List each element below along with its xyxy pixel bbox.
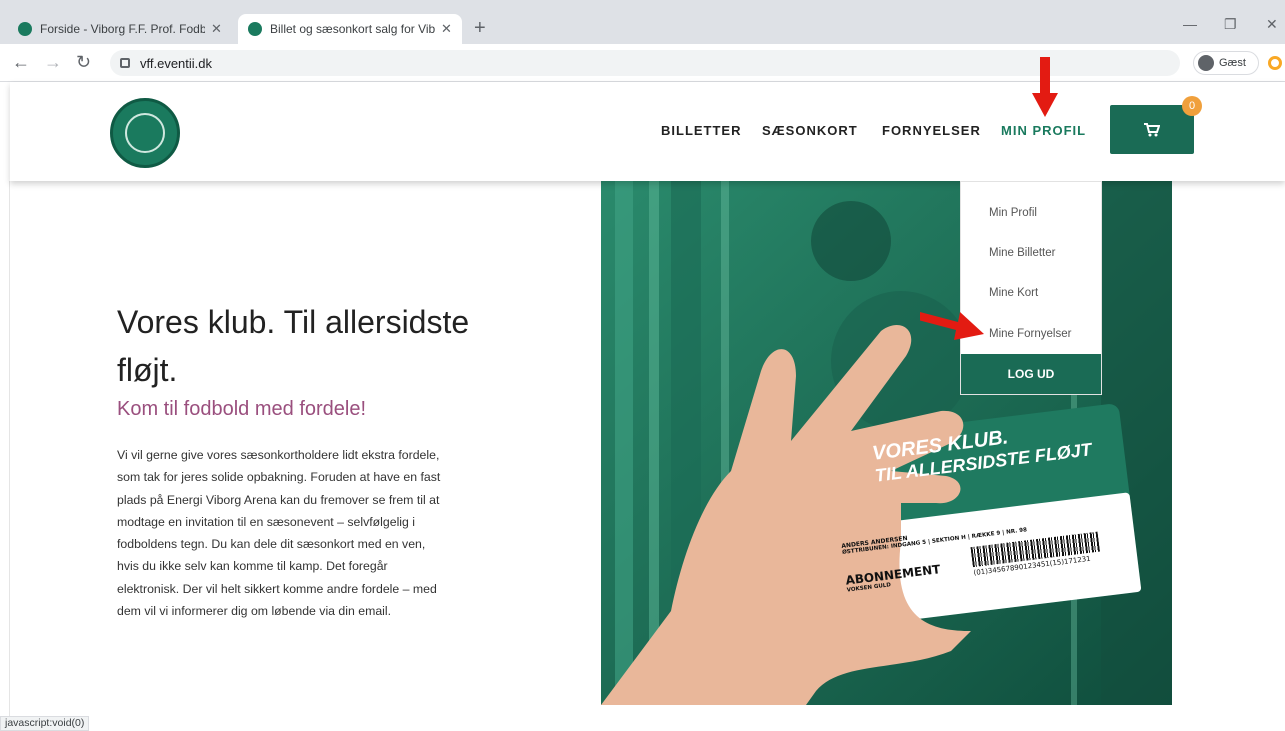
cart-button[interactable] <box>1110 105 1194 154</box>
browser-tab[interactable]: Forside - Viborg F.F. Prof. Fodbold ✕ <box>8 14 232 44</box>
vff-logo[interactable] <box>110 98 180 168</box>
avatar-icon <box>1198 55 1214 71</box>
new-tab-icon[interactable]: + <box>474 18 486 38</box>
menu-item-min-profil[interactable]: Min Profil <box>989 207 1037 219</box>
status-bar-url: javascript:void(0) <box>0 716 90 731</box>
vff-favicon-icon <box>248 22 262 36</box>
menu-item-mine-fornyelser[interactable]: Mine Fornyelser <box>989 328 1071 340</box>
browser-tab-active[interactable]: Billet og sæsonkort salg for Viborg F.F.… <box>238 14 462 44</box>
tab-title: Billet og sæsonkort salg for Viborg F.F. <box>270 22 435 36</box>
menu-item-mine-billetter[interactable]: Mine Billetter <box>989 247 1055 259</box>
annotation-arrow-down-icon <box>1032 57 1058 117</box>
forward-icon[interactable]: → <box>44 52 62 72</box>
minimize-icon[interactable]: — <box>1183 16 1197 32</box>
close-window-icon[interactable]: ✕ <box>1266 16 1278 33</box>
tab-title: Forside - Viborg F.F. Prof. Fodbold <box>40 22 205 36</box>
extension-icon[interactable] <box>1268 56 1282 70</box>
menu-item-mine-kort[interactable]: Mine Kort <box>989 287 1038 299</box>
profile-dropdown-menu: Min Profil Mine Billetter Mine Kort Mine… <box>960 181 1102 395</box>
logout-button[interactable]: LOG UD <box>961 354 1101 394</box>
vff-favicon-icon <box>18 22 32 36</box>
hero-body-text: Vi vil gerne give vores sæsonkortholdere… <box>117 448 441 619</box>
reload-icon[interactable]: ↻ <box>76 52 91 72</box>
nav-billetter[interactable]: BILLETTER <box>661 123 742 138</box>
hero-subtitle: Kom til fodbold med fordele! <box>117 398 367 420</box>
address-bar[interactable]: vff.eventii.dk <box>110 50 1180 76</box>
browser-tab-strip: Forside - Viborg F.F. Prof. Fodbold ✕ Bi… <box>0 0 1285 44</box>
restore-icon[interactable]: ❐ <box>1224 16 1237 33</box>
divider <box>9 181 10 716</box>
url-text: vff.eventii.dk <box>140 55 213 71</box>
nav-min-profil[interactable]: MIN PROFIL <box>1001 123 1086 138</box>
cart-count-badge: 0 <box>1182 96 1202 116</box>
site-header: BILLETTER SÆSONKORT FORNYELSER MIN PROFI… <box>10 82 1285 181</box>
hero-title: Vores klub. Til allersidste fløjt. <box>117 304 470 388</box>
logo-emblem-icon <box>125 113 165 153</box>
profile-button[interactable]: Gæst <box>1193 51 1259 75</box>
back-icon[interactable]: ← <box>12 52 30 72</box>
lock-icon <box>120 58 130 68</box>
browser-toolbar: ← → ↻ vff.eventii.dk Gæst <box>0 44 1285 82</box>
annotation-arrow-right-icon <box>920 312 984 340</box>
close-tab-icon[interactable]: ✕ <box>441 21 452 37</box>
profile-label: Gæst <box>1219 57 1246 69</box>
close-tab-icon[interactable]: ✕ <box>211 21 222 37</box>
nav-fornyelser[interactable]: FORNYELSER <box>882 123 981 138</box>
nav-saesonkort[interactable]: SÆSONKORT <box>762 123 858 138</box>
cart-icon <box>1144 122 1160 136</box>
